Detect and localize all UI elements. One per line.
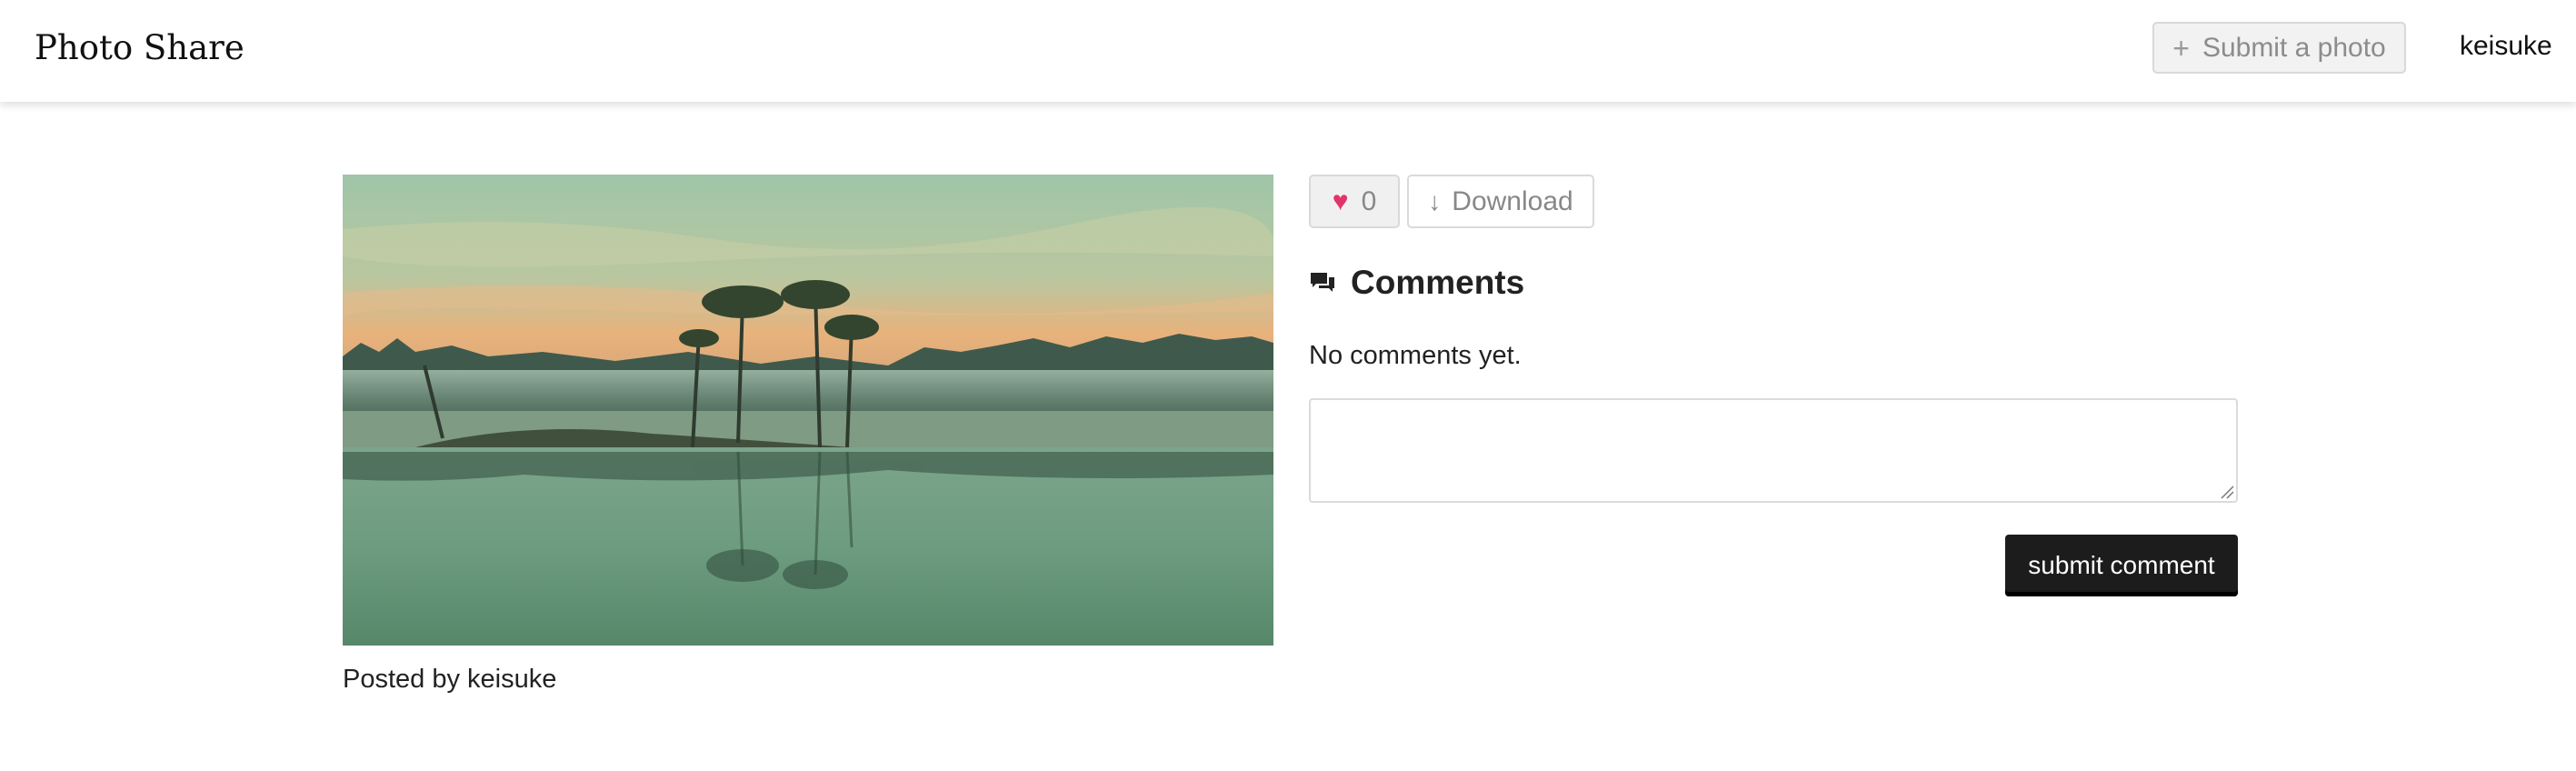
comment-input[interactable] xyxy=(1309,398,2238,503)
resize-grip-icon[interactable] xyxy=(2220,485,2234,499)
photo-image xyxy=(343,175,1273,646)
heart-icon: ♥ xyxy=(1332,185,1349,216)
comments-header: Comments xyxy=(1309,264,1524,302)
like-button[interactable]: ♥ 0 xyxy=(1309,175,1400,228)
arrow-down-icon: ↓ xyxy=(1428,186,1442,215)
submit-photo-label: Submit a photo xyxy=(2202,32,2386,63)
download-button[interactable]: ↓ Download xyxy=(1407,175,1594,228)
user-menu[interactable]: keisuke xyxy=(2460,31,2552,62)
photo xyxy=(343,175,1273,646)
download-label: Download xyxy=(1452,185,1573,216)
submit-photo-button[interactable]: + Submit a photo xyxy=(2152,22,2406,74)
plus-icon: + xyxy=(2172,31,2190,65)
posted-by-text: Posted by keisuke xyxy=(343,665,557,694)
comments-title: Comments xyxy=(1351,264,1525,301)
submit-comment-button[interactable]: submit comment xyxy=(2005,535,2238,596)
like-count: 0 xyxy=(1361,185,1377,216)
comments-icon xyxy=(1311,273,1334,292)
brand-logo[interactable]: Photo Share xyxy=(35,25,245,71)
no-comments-text: No comments yet. xyxy=(1309,341,1522,370)
top-navbar: Photo Share + Submit a photo keisuke xyxy=(0,0,2576,102)
